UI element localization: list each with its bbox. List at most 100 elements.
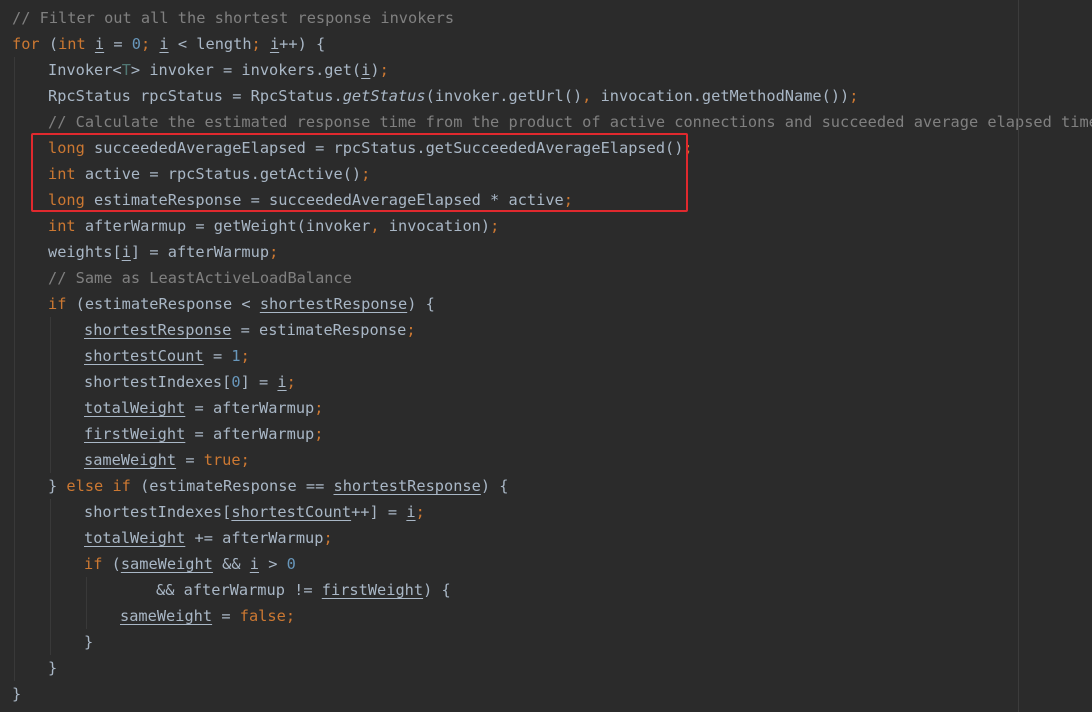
code-token: ; xyxy=(141,35,160,53)
code-token: i xyxy=(277,373,287,391)
code-line[interactable]: } xyxy=(84,629,93,655)
code-token: for xyxy=(12,35,40,53)
code-token: < length xyxy=(168,35,252,53)
code-token: ; xyxy=(286,373,296,391)
code-token: ; xyxy=(240,451,250,469)
code-token: && afterWarmup != xyxy=(156,581,322,599)
code-token: = xyxy=(104,35,132,53)
code-token: ; xyxy=(240,347,250,365)
code-line[interactable]: // Filter out all the shortest response … xyxy=(12,5,454,31)
code-token: ) { xyxy=(480,477,509,495)
code-token: RpcStatus rpcStatus = RpcStatus. xyxy=(48,87,343,105)
code-line[interactable]: sameWeight = false; xyxy=(120,603,295,629)
code-editor[interactable]: // Filter out all the shortest response … xyxy=(0,0,1092,712)
highlight-box xyxy=(31,133,688,212)
code-token: ++) { xyxy=(279,35,326,53)
code-line[interactable]: } else if (estimateResponse == shortestR… xyxy=(48,473,509,499)
code-token: ; xyxy=(490,217,500,235)
code-line[interactable]: firstWeight = afterWarmup; xyxy=(84,421,323,447)
code-token: 1 xyxy=(231,347,241,365)
code-token: else if xyxy=(66,477,131,495)
code-line[interactable]: } xyxy=(12,681,21,707)
code-line[interactable]: if (estimateResponse < shortestResponse)… xyxy=(48,291,435,317)
code-token: i xyxy=(159,35,169,53)
code-line[interactable]: shortestResponse = estimateResponse; xyxy=(84,317,416,343)
indent-guide-line xyxy=(14,57,15,681)
code-token: i xyxy=(269,35,280,53)
code-token: i xyxy=(361,61,371,79)
code-token: > invoker = invokers.get( xyxy=(130,61,362,79)
code-token: ; xyxy=(415,503,425,521)
code-token: ; xyxy=(849,87,859,105)
code-token: = afterWarmup xyxy=(185,425,315,443)
code-token: ; xyxy=(269,243,279,261)
code-token: ] = afterWarmup xyxy=(130,243,270,261)
code-token: true xyxy=(203,451,241,469)
code-token: i xyxy=(249,555,260,573)
code-token: shortestIndexes[ xyxy=(84,373,232,391)
code-token: false xyxy=(239,607,286,625)
code-line[interactable]: shortestIndexes[0] = i; xyxy=(84,369,296,395)
code-token: } xyxy=(48,477,67,495)
code-token: ++] = xyxy=(351,503,407,521)
code-token: ( xyxy=(39,35,59,53)
code-token: shortestResponse xyxy=(84,321,232,339)
code-token: , xyxy=(370,217,389,235)
code-line[interactable]: sameWeight = true; xyxy=(84,447,250,473)
code-token: } xyxy=(12,685,22,703)
code-token: shortestResponse xyxy=(259,295,408,313)
code-token: , xyxy=(582,87,601,105)
code-line[interactable]: } xyxy=(48,655,57,681)
code-line[interactable]: Invoker<T> invoker = invokers.get(i); xyxy=(48,57,389,83)
code-token: int xyxy=(48,217,76,235)
indent-guide-line xyxy=(50,317,51,473)
code-token: ( xyxy=(102,555,121,573)
code-token: 0 xyxy=(286,555,296,573)
code-line[interactable]: totalWeight = afterWarmup; xyxy=(84,395,323,421)
code-token: ; xyxy=(314,399,324,417)
code-token: if xyxy=(84,555,103,573)
code-token: (estimateResponse < xyxy=(66,295,260,313)
code-token: shortestCount xyxy=(84,347,204,365)
code-token: = estimateResponse xyxy=(231,321,407,339)
code-token: 0 xyxy=(131,35,141,53)
code-token: totalWeight xyxy=(84,399,186,417)
code-token: ; xyxy=(323,529,333,547)
right-margin-guide xyxy=(1018,0,1019,712)
code-token: = xyxy=(176,451,204,469)
code-token: i xyxy=(406,503,416,521)
code-token: ; xyxy=(406,321,416,339)
code-token: shortestResponse xyxy=(333,477,481,495)
code-token: totalWeight xyxy=(84,529,186,547)
code-token: (invoker.getUrl() xyxy=(425,87,583,105)
code-line[interactable]: shortestIndexes[shortestCount++] = i; xyxy=(84,499,425,525)
code-token: sameWeight xyxy=(120,555,213,573)
code-line[interactable]: if (sameWeight && i > 0 xyxy=(84,551,296,577)
code-line[interactable]: RpcStatus rpcStatus = RpcStatus.getStatu… xyxy=(48,83,858,109)
code-token: firstWeight xyxy=(84,425,186,443)
code-line[interactable]: && afterWarmup != firstWeight) { xyxy=(156,577,451,603)
code-line[interactable]: int afterWarmup = getWeight(invoker, inv… xyxy=(48,213,499,239)
code-token: > xyxy=(259,555,287,573)
code-token: } xyxy=(48,659,58,677)
indent-guide-line xyxy=(50,499,51,655)
code-line[interactable]: // Same as LeastActiveLoadBalance xyxy=(48,265,352,291)
code-token: (estimateResponse == xyxy=(130,477,334,495)
code-token: // Same as LeastActiveLoadBalance xyxy=(48,269,352,287)
code-token: = xyxy=(203,347,232,365)
code-line[interactable]: // Calculate the estimated response time… xyxy=(48,109,1092,135)
code-token: && xyxy=(212,555,250,573)
code-token: ; xyxy=(285,607,296,625)
code-token: ; xyxy=(251,35,270,53)
code-line[interactable]: for (int i = 0; i < length; i++) { xyxy=(12,31,325,57)
code-line[interactable]: shortestCount = 1; xyxy=(84,343,250,369)
code-token: // Calculate the estimated response time… xyxy=(48,113,1092,131)
code-token: i xyxy=(94,35,105,53)
indent-guide-line xyxy=(86,577,87,629)
code-token: weights[ xyxy=(48,243,122,261)
code-line[interactable]: weights[i] = afterWarmup; xyxy=(48,239,278,265)
code-line[interactable]: totalWeight += afterWarmup; xyxy=(84,525,333,551)
code-token: i xyxy=(121,243,131,261)
code-token: shortestIndexes[ xyxy=(84,503,232,521)
code-token: getStatus xyxy=(342,87,426,105)
